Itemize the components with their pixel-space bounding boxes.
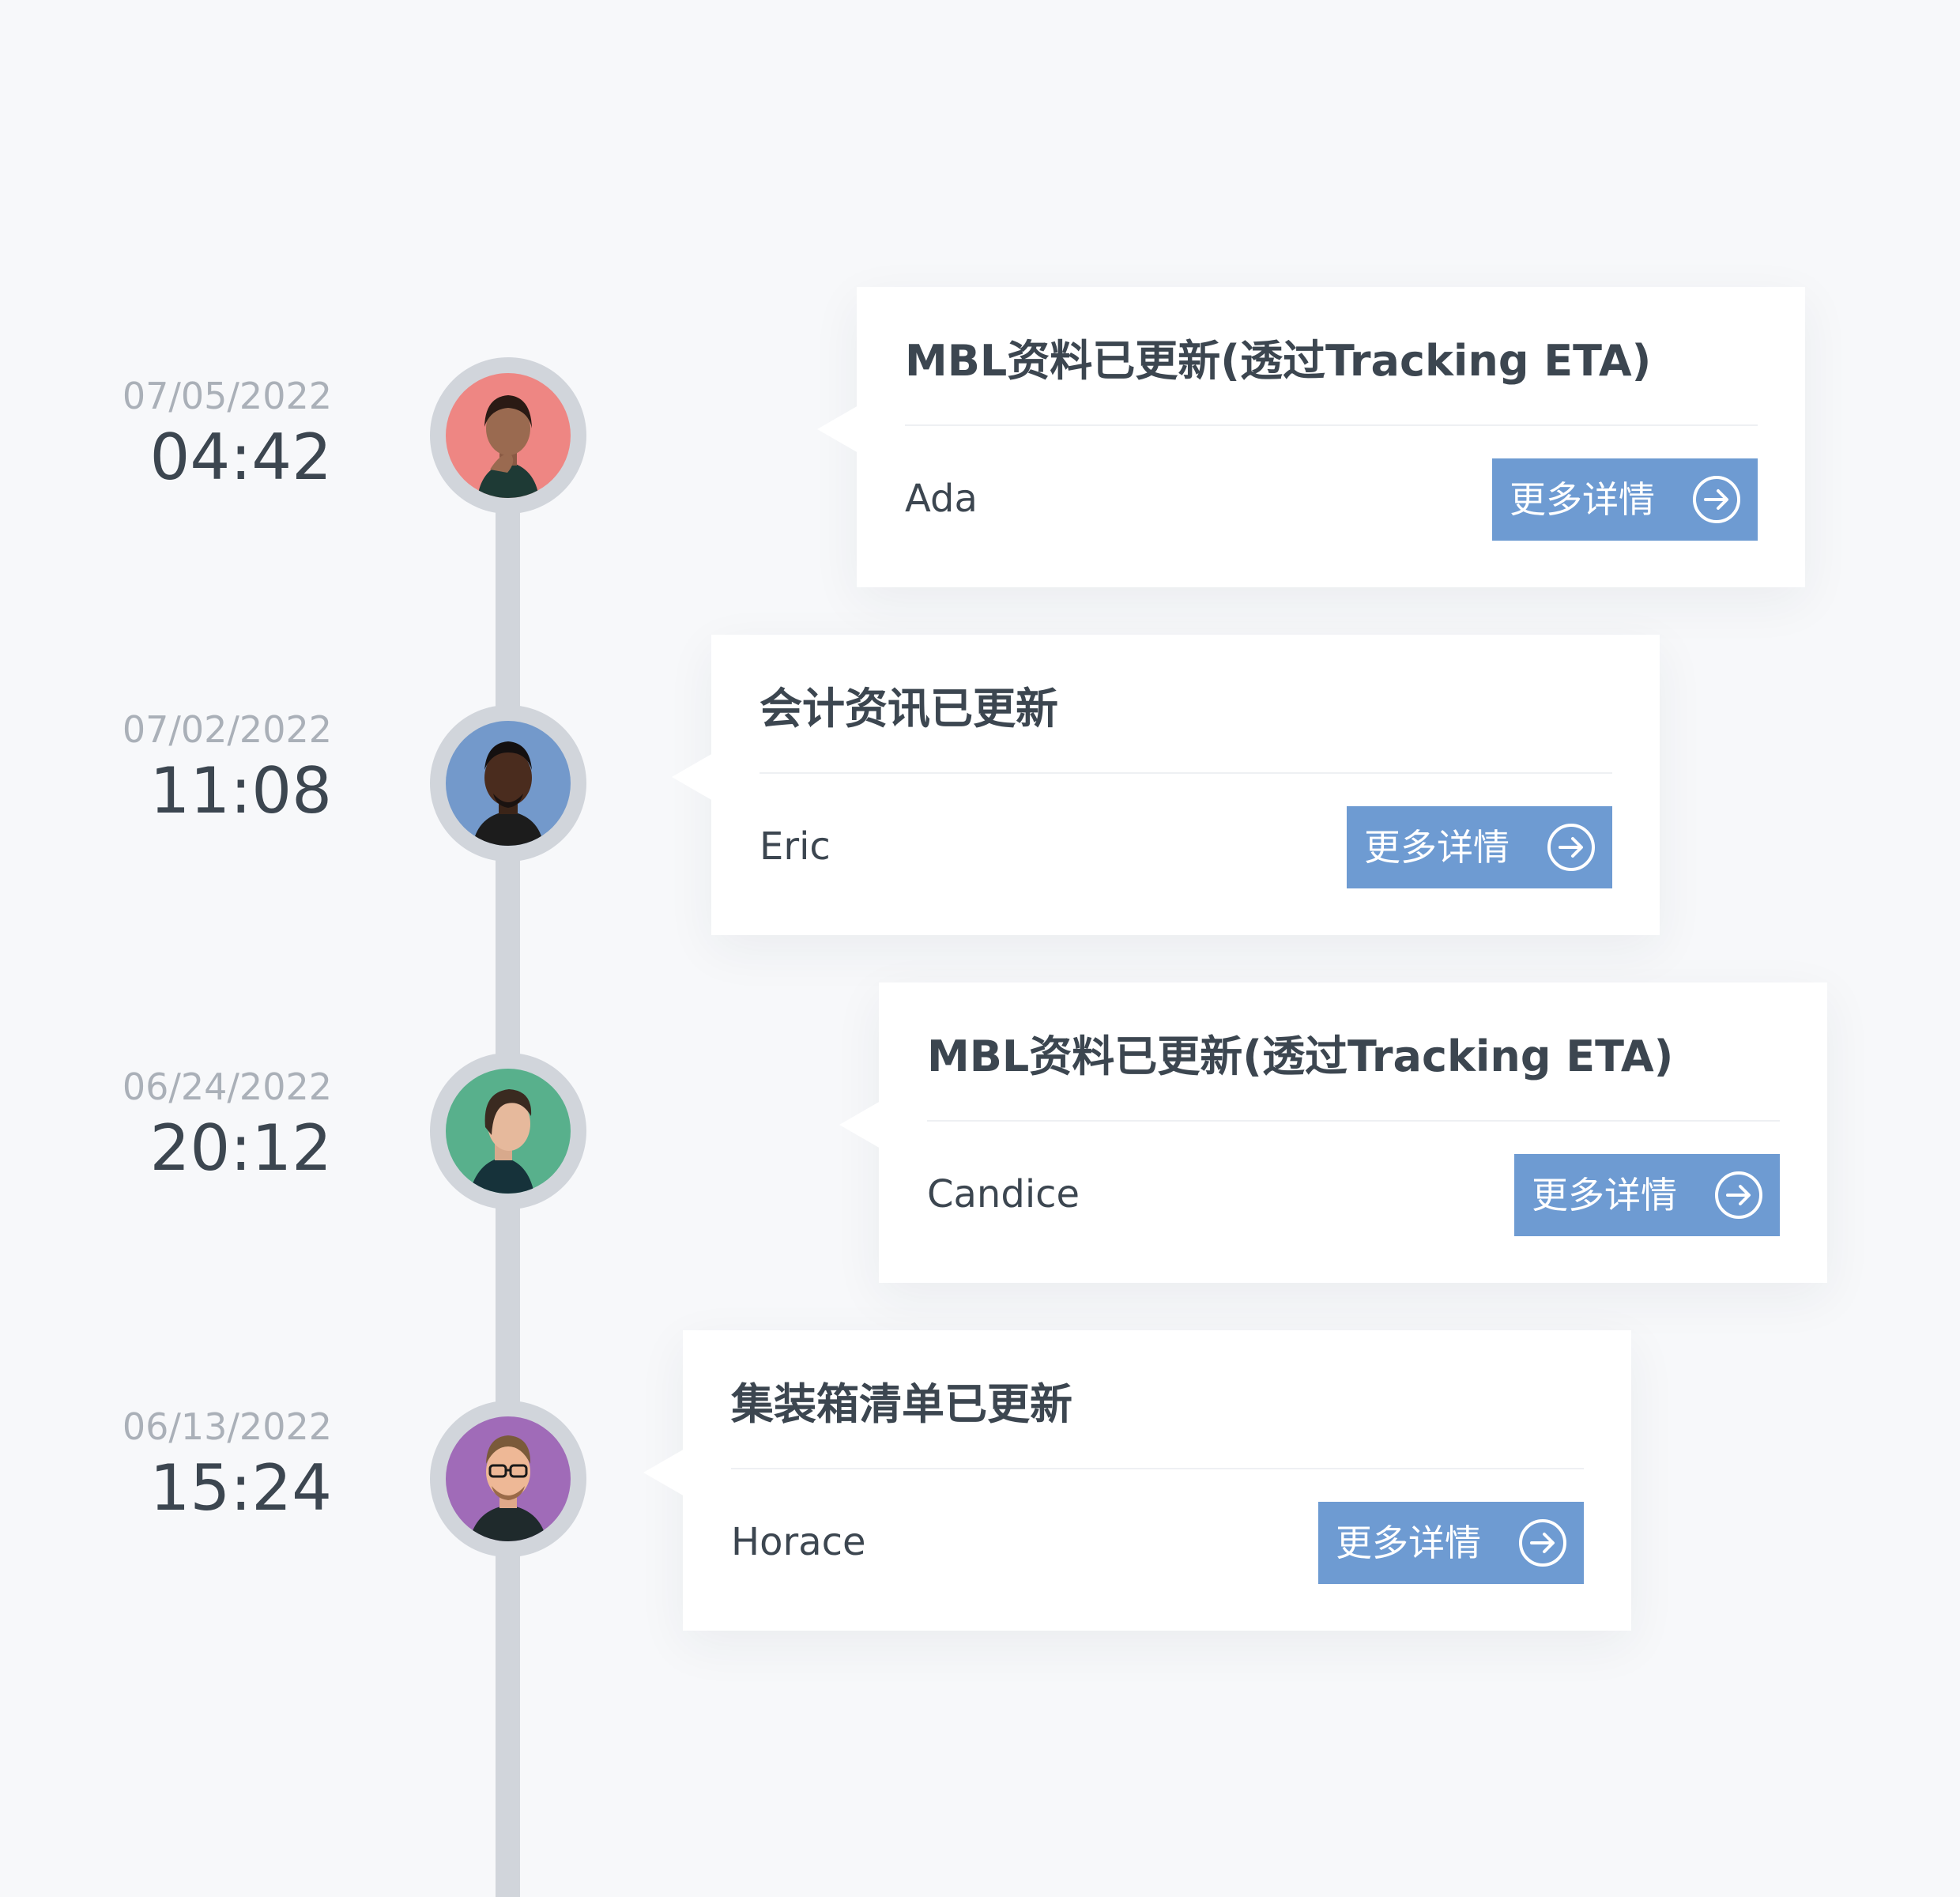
activity-title: MBL资料已更新(透过Tracking ETA) [927,1031,1674,1081]
avatar[interactable] [446,1069,571,1194]
avatar-portrait [446,721,571,846]
entry-date: 06/13/2022 [122,1405,332,1448]
arrow-right-circle-icon [1546,822,1596,873]
more-details-label: 更多详情 [1336,1522,1481,1564]
entry-time: 11:08 [149,754,332,828]
entry-date: 06/24/2022 [122,1065,332,1108]
avatar[interactable] [446,1416,571,1541]
activity-card: MBL资料已更新(透过Tracking ETA) Candice 更多详情 [839,982,1827,1283]
timeline-entry: 06/24/2022 20:12 MBL资料已更新(透过Tracking ETA… [0,982,1960,1283]
entry-time: 15:24 [149,1451,332,1525]
activity-user: Candice [927,1172,1080,1216]
more-details-button[interactable]: 更多详情 [1492,458,1758,541]
activity-card: MBL资料已更新(透过Tracking ETA) Ada 更多详情 [817,287,1805,587]
avatar[interactable] [446,721,571,846]
avatar-portrait [446,373,571,498]
activity-card: 集装箱清单已更新 Horace 更多详情 [643,1330,1631,1631]
activity-user: Eric [760,824,831,869]
activity-title: 会计资讯已更新 [760,684,1058,734]
card-divider [927,1120,1780,1122]
arrow-right-circle-icon [1713,1170,1764,1220]
entry-date: 07/02/2022 [122,708,332,751]
more-details-label: 更多详情 [1364,826,1510,869]
more-details-label: 更多详情 [1532,1174,1677,1216]
avatar-ring [430,1053,586,1209]
activity-title: MBL资料已更新(透过Tracking ETA) [905,336,1652,386]
avatar-portrait [446,1416,571,1541]
timeline-entry: 07/02/2022 11:08 会计资讯已更新 Eric 更多详情 [0,635,1960,935]
card-divider [905,424,1758,426]
avatar-ring [430,357,586,514]
activity-user: Ada [905,477,978,521]
timeline-entry: 06/13/2022 15:24 集装箱清单已更新 Horace 更多详情 [0,1330,1960,1631]
avatar[interactable] [446,373,571,498]
entry-datetime: 06/24/2022 20:12 [122,1065,332,1186]
activity-card: 会计资讯已更新 Eric 更多详情 [672,635,1660,935]
card-divider [731,1468,1584,1469]
avatar-ring [430,705,586,862]
more-details-label: 更多详情 [1510,478,1655,521]
entry-time: 04:42 [149,421,332,494]
entry-datetime: 06/13/2022 15:24 [122,1405,332,1526]
avatar-ring [430,1401,586,1557]
card-pointer [643,1449,684,1496]
entry-date: 07/05/2022 [122,375,332,417]
arrow-right-circle-icon [1691,474,1742,525]
arrow-right-circle-icon [1517,1518,1568,1568]
timeline-entry: 07/05/2022 04:42 MBL资料已更新(透过Tracking ETA… [0,287,1960,587]
activity-user: Horace [731,1520,866,1564]
entry-datetime: 07/02/2022 11:08 [122,707,332,829]
entry-time: 20:12 [149,1111,332,1185]
card-pointer [839,1101,880,1148]
avatar-portrait [446,1069,571,1194]
card-pointer [672,753,713,801]
entry-datetime: 07/05/2022 04:42 [122,374,332,496]
more-details-button[interactable]: 更多详情 [1347,806,1612,888]
more-details-button[interactable]: 更多详情 [1318,1502,1584,1584]
more-details-button[interactable]: 更多详情 [1514,1154,1780,1236]
activity-title: 集装箱清单已更新 [731,1379,1072,1429]
card-pointer [817,405,858,453]
card-divider [760,772,1612,774]
